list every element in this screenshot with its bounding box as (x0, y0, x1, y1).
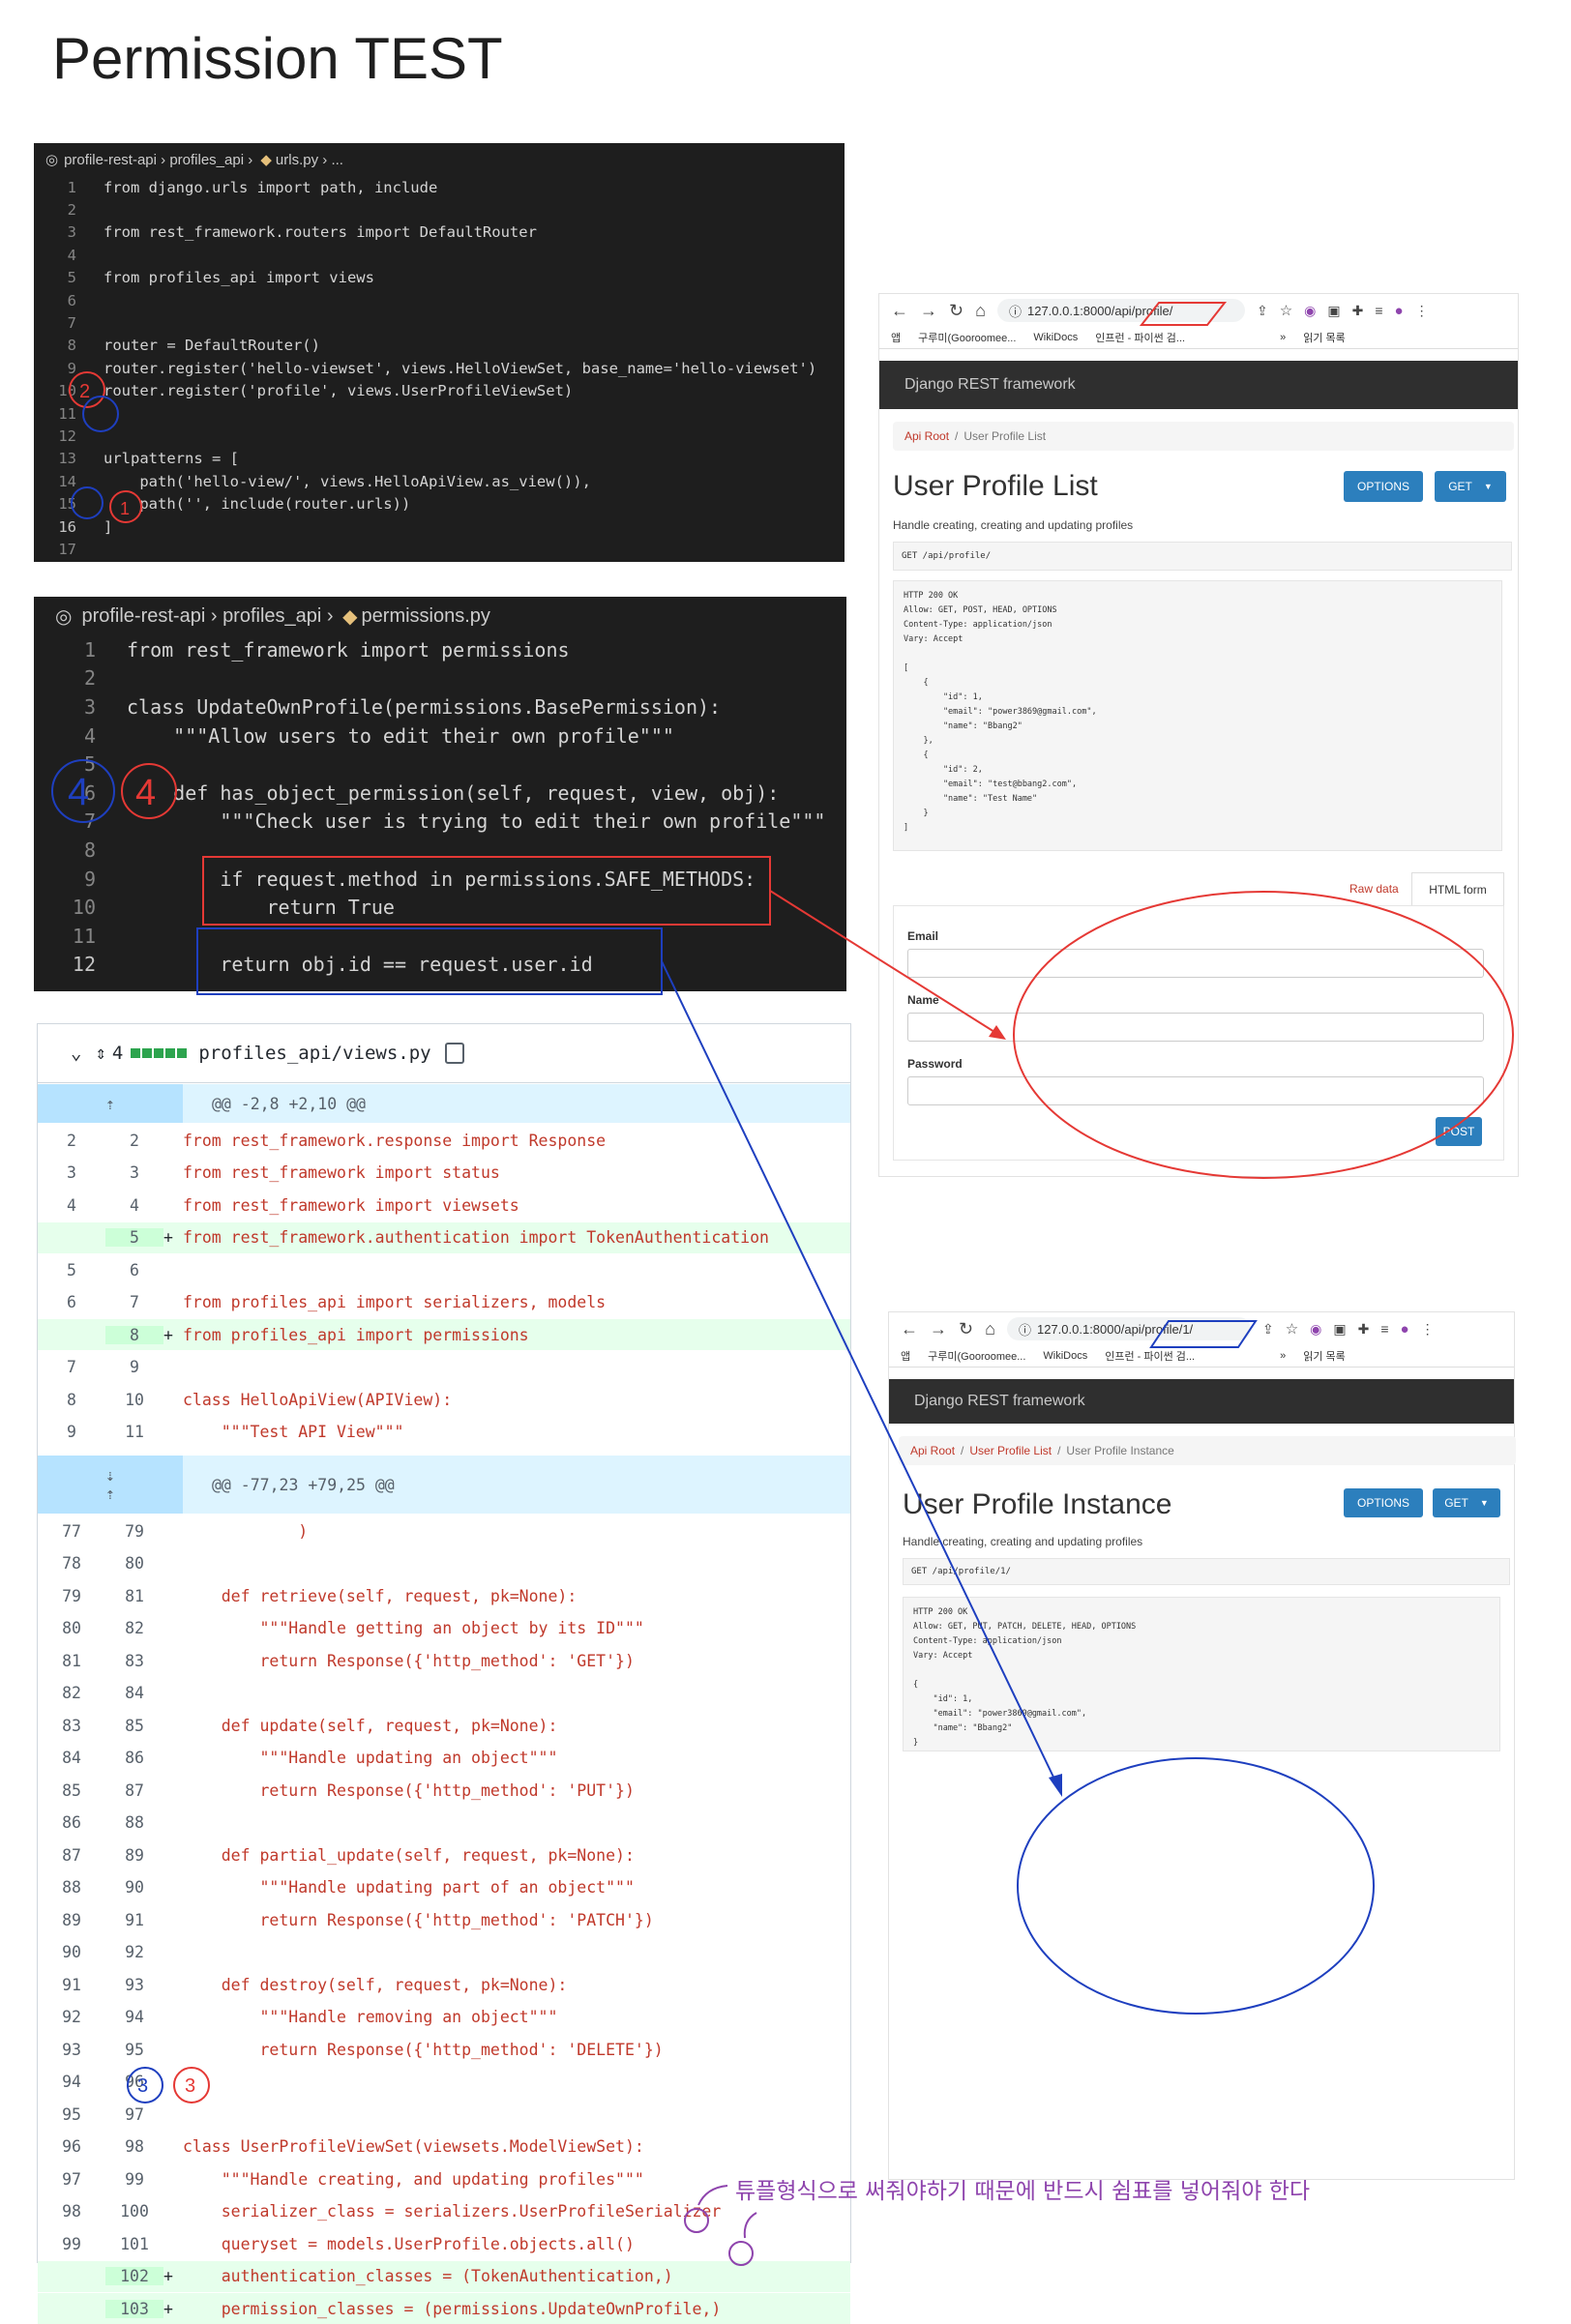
return-line-box (196, 927, 663, 995)
note-pointer (743, 2212, 757, 2239)
marker-number: 1 (120, 499, 130, 518)
comma-mark (728, 2241, 754, 2266)
url-highlight-blue (1149, 1320, 1258, 1348)
safe-methods-box (202, 856, 771, 926)
note-pointer (697, 2185, 728, 2206)
annotation-note: 튜플형식으로 써줘야하기 때문에 반드시 쉼표를 넣어줘야 한다 (735, 2179, 1311, 2204)
marker-number: 4 (68, 771, 89, 813)
blue-arrowhead (1049, 1774, 1062, 1797)
marker-circle (71, 486, 104, 519)
url-highlight-red (1139, 302, 1228, 326)
empty-ellipse (1017, 1757, 1375, 2015)
red-arrow (769, 890, 1003, 1038)
form-ellipse (1013, 891, 1514, 1179)
red-arrowhead (989, 1025, 1006, 1040)
marker-number: 2 (79, 381, 90, 402)
comma-mark (684, 2208, 709, 2233)
marker-number: 3 (137, 2075, 148, 2097)
annotation-overlay: 2 1 4 4 3 3 (51, 302, 1514, 2266)
marker-number: 3 (185, 2075, 195, 2097)
marker-number: 4 (135, 773, 156, 813)
blue-arrow (661, 960, 1061, 1792)
